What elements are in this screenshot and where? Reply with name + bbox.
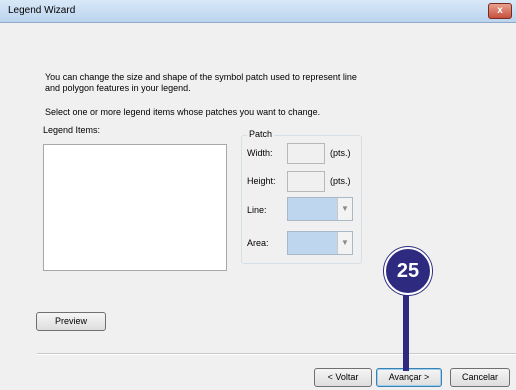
footer-separator <box>37 353 516 355</box>
height-field[interactable] <box>287 171 325 192</box>
width-field[interactable] <box>287 143 325 164</box>
area-label: Area: <box>247 238 269 248</box>
legend-items-list[interactable] <box>43 144 227 271</box>
intro-text-line2: and polygon features in your legend. <box>45 83 191 93</box>
chevron-down-icon[interactable]: ▼ <box>337 232 352 254</box>
title-bar: Legend Wizard x <box>0 0 516 23</box>
chevron-down-icon[interactable]: ▼ <box>337 198 352 220</box>
line-label: Line: <box>247 205 267 215</box>
callout-pointer <box>403 283 409 371</box>
close-button[interactable]: x <box>488 3 512 19</box>
height-unit: (pts.) <box>330 176 351 186</box>
line-patch-dropdown[interactable]: ▼ <box>287 197 353 221</box>
window-title: Legend Wizard <box>8 5 76 16</box>
width-unit: (pts.) <box>330 148 351 158</box>
back-button[interactable]: < Voltar <box>314 368 372 387</box>
next-button[interactable]: Avançar > <box>376 368 442 387</box>
width-label: Width: <box>247 148 273 158</box>
preview-button[interactable]: Preview <box>36 312 106 331</box>
intro-text-line1: You can change the size and shape of the… <box>45 72 357 82</box>
height-label: Height: <box>247 176 276 186</box>
intro-text-line3: Select one or more legend items whose pa… <box>45 107 321 117</box>
patch-group-label: Patch <box>247 129 275 139</box>
callout-number-badge: 25 <box>384 247 432 295</box>
legend-items-label: Legend Items: <box>43 125 101 135</box>
cancel-button[interactable]: Cancelar <box>450 368 510 387</box>
area-patch-dropdown[interactable]: ▼ <box>287 231 353 255</box>
